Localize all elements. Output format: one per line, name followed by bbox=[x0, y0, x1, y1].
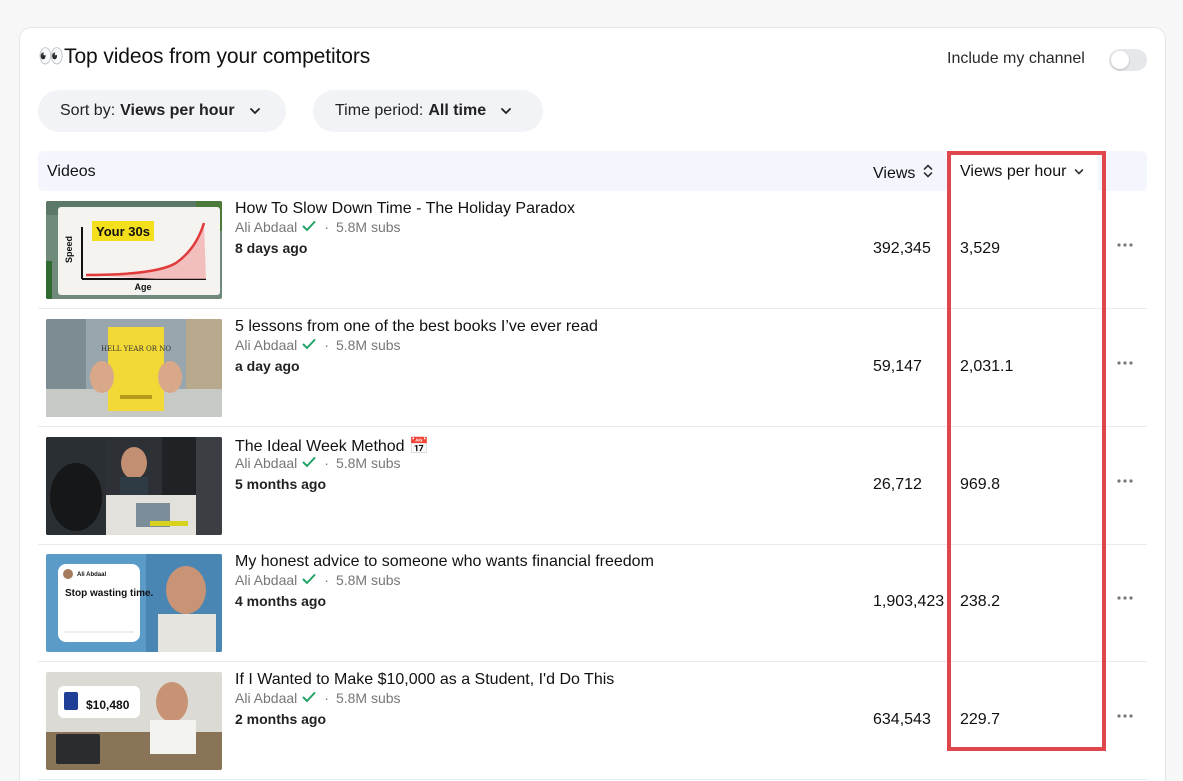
include-channel-toggle[interactable] bbox=[1109, 49, 1147, 71]
channel-meta: Ali Abdaal · 5.8M subs bbox=[235, 690, 401, 706]
video-thumbnail[interactable]: $10,480 bbox=[46, 672, 222, 770]
video-views-per-hour: 238.2 bbox=[960, 593, 1001, 610]
table-row[interactable]: $10,480 If I Wanted to Make $10,000 as a… bbox=[38, 662, 1147, 780]
channel-name[interactable]: Ali Abdaal bbox=[235, 690, 297, 706]
sort-desc-icon bbox=[1074, 163, 1084, 181]
video-views-per-hour: 229.7 bbox=[960, 711, 1001, 728]
table-row[interactable]: The Ideal Week Method 📅 Ali Abdaal · 5.8… bbox=[38, 427, 1147, 545]
svg-text:$10,480: $10,480 bbox=[86, 698, 130, 712]
video-age: 5 months ago bbox=[235, 476, 327, 492]
subscriber-count: 5.8M subs bbox=[335, 690, 401, 706]
video-views-per-hour: 969.8 bbox=[960, 476, 1001, 493]
time-period-dropdown[interactable]: Time period: All time bbox=[313, 90, 543, 132]
video-views: 59,147 bbox=[873, 358, 922, 375]
subscriber-count: 5.8M subs bbox=[335, 572, 401, 588]
channel-name[interactable]: Ali Abdaal bbox=[235, 337, 297, 353]
video-views-per-hour: 3,529 bbox=[960, 240, 1001, 257]
video-views: 1,903,423 bbox=[873, 593, 945, 610]
channel-name[interactable]: Ali Abdaal bbox=[235, 455, 297, 471]
page-title: 👀Top videos from your competitors bbox=[38, 45, 371, 68]
column-label-views: Views bbox=[873, 164, 916, 182]
separator-dot: · bbox=[324, 455, 329, 471]
column-label-vph: Views per hour bbox=[960, 163, 1067, 180]
svg-text:Speed: Speed bbox=[64, 236, 74, 263]
video-title[interactable]: The Ideal Week Method 📅 bbox=[235, 436, 429, 456]
separator-dot: · bbox=[324, 337, 329, 353]
subscriber-count: 5.8M subs bbox=[335, 337, 401, 353]
video-age: a day ago bbox=[235, 358, 300, 374]
verified-check-icon bbox=[302, 455, 316, 471]
toggle-knob bbox=[1111, 51, 1129, 69]
video-views-per-hour: 2,031.1 bbox=[960, 358, 1014, 375]
table-row[interactable]: HELL YEAR OR NO 5 lessons from one of th… bbox=[38, 309, 1147, 427]
svg-text:Your 30s: Your 30s bbox=[96, 224, 150, 239]
sort-value: Views per hour bbox=[120, 102, 235, 119]
column-header-views[interactable]: Views bbox=[873, 163, 933, 184]
chevron-down-icon bbox=[500, 105, 512, 117]
video-title[interactable]: My honest advice to someone who wants fi… bbox=[235, 553, 654, 571]
video-thumbnail[interactable]: Ali Abdaal Stop wasting time. bbox=[46, 554, 222, 652]
table-row[interactable]: Ali Abdaal Stop wasting time. My honest … bbox=[38, 544, 1147, 662]
sort-prefix: Sort by: bbox=[60, 102, 116, 119]
video-title[interactable]: If I Wanted to Make $10,000 as a Student… bbox=[235, 671, 614, 689]
channel-name[interactable]: Ali Abdaal bbox=[235, 572, 297, 588]
verified-check-icon bbox=[302, 219, 316, 235]
more-options-icon[interactable] bbox=[1114, 238, 1136, 252]
separator-dot: · bbox=[324, 690, 329, 706]
table-row[interactable]: Your 30s Speed Age How To Slow Down Time… bbox=[38, 191, 1147, 309]
subscriber-count: 5.8M subs bbox=[335, 455, 401, 471]
time-prefix: Time period: bbox=[335, 102, 424, 119]
video-age: 4 months ago bbox=[235, 593, 327, 609]
channel-meta: Ali Abdaal · 5.8M subs bbox=[235, 337, 401, 353]
video-age: 2 months ago bbox=[235, 711, 327, 727]
time-value: All time bbox=[428, 102, 487, 119]
svg-text:Age: Age bbox=[134, 282, 151, 292]
sort-both-icon bbox=[923, 163, 933, 184]
separator-dot: · bbox=[324, 219, 329, 235]
svg-text:HELL YEAR OR NO: HELL YEAR OR NO bbox=[101, 345, 171, 353]
verified-check-icon bbox=[302, 572, 316, 588]
more-options-icon[interactable] bbox=[1114, 591, 1136, 605]
page-side-strip bbox=[1166, 0, 1183, 781]
channel-meta: Ali Abdaal · 5.8M subs bbox=[235, 455, 401, 471]
svg-text:Stop wasting time.: Stop wasting time. bbox=[65, 588, 154, 599]
video-thumbnail[interactable] bbox=[46, 437, 222, 535]
channel-name[interactable]: Ali Abdaal bbox=[235, 219, 297, 235]
sort-by-dropdown[interactable]: Sort by: Views per hour bbox=[38, 90, 286, 132]
video-thumbnail[interactable]: HELL YEAR OR NO bbox=[46, 319, 222, 417]
svg-text:Ali Abdaal: Ali Abdaal bbox=[77, 572, 106, 578]
video-title[interactable]: 5 lessons from one of the best books I’v… bbox=[235, 318, 598, 336]
more-options-icon[interactable] bbox=[1114, 474, 1136, 488]
separator-dot: · bbox=[324, 572, 329, 588]
channel-meta: Ali Abdaal · 5.8M subs bbox=[235, 572, 401, 588]
video-views: 392,345 bbox=[873, 240, 931, 257]
more-options-icon[interactable] bbox=[1114, 356, 1136, 370]
subscriber-count: 5.8M subs bbox=[335, 219, 401, 235]
more-options-icon[interactable] bbox=[1114, 709, 1136, 723]
video-age: 8 days ago bbox=[235, 240, 308, 256]
channel-meta: Ali Abdaal · 5.8M subs bbox=[235, 219, 401, 235]
video-views: 634,543 bbox=[873, 711, 931, 728]
column-header-videos: Videos bbox=[47, 163, 96, 180]
video-thumbnail[interactable]: Your 30s Speed Age bbox=[46, 201, 222, 299]
verified-check-icon bbox=[302, 337, 316, 353]
video-views: 26,712 bbox=[873, 476, 922, 493]
table-header: Videos Views Views per hour bbox=[38, 151, 1147, 191]
column-header-views-per-hour[interactable]: Views per hour bbox=[960, 163, 1084, 181]
include-channel-label: Include my channel bbox=[947, 50, 1085, 67]
video-title[interactable]: How To Slow Down Time - The Holiday Para… bbox=[235, 200, 575, 218]
verified-check-icon bbox=[302, 690, 316, 706]
chevron-down-icon bbox=[249, 105, 261, 117]
